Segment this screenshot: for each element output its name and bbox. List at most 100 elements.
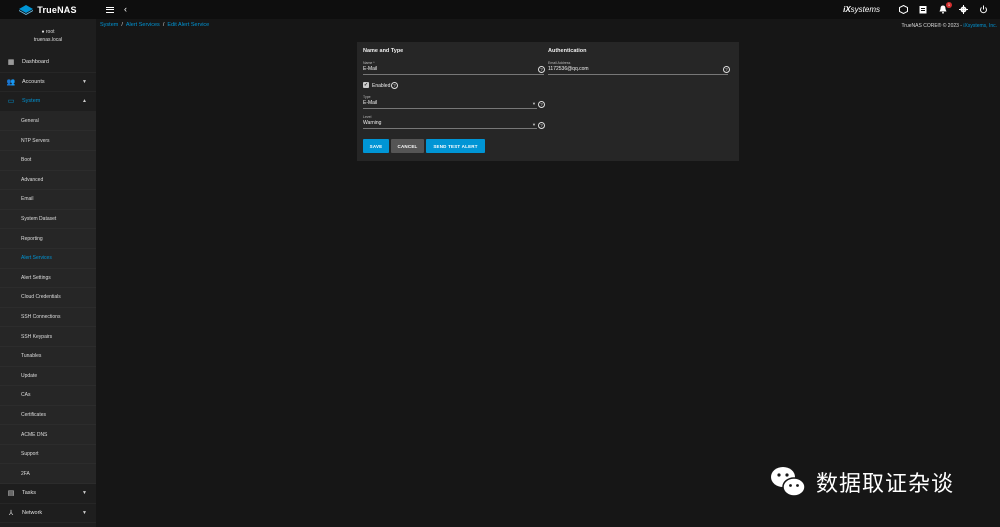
breadcrumb-edit-alert-service: Edit Alert Service bbox=[167, 22, 210, 28]
level-select[interactable]: Level Warning bbox=[363, 115, 537, 129]
ixsystems-logo: iXsystems bbox=[843, 5, 880, 14]
user-icon: ● bbox=[41, 29, 45, 35]
top-bar: TrueNAS ‹ iXsystems 1 bbox=[0, 0, 1000, 19]
type-dropdown-icon[interactable]: ▼ bbox=[532, 101, 536, 106]
sidebar-item-boot[interactable]: Boot bbox=[0, 150, 96, 171]
type-label: Type bbox=[363, 95, 371, 99]
breadcrumb-separator: / bbox=[162, 22, 165, 28]
bell-icon[interactable]: 1 bbox=[938, 1, 952, 15]
sidebar-item-reporting[interactable]: Reporting bbox=[0, 229, 96, 249]
sidebar-item-cas[interactable]: CAs bbox=[0, 386, 96, 406]
sidebar-item-label: Network bbox=[22, 509, 43, 516]
chevron-down-icon: ▼ bbox=[82, 490, 87, 497]
email-help-icon[interactable]: ? bbox=[723, 66, 730, 73]
level-dropdown-icon[interactable]: ▼ bbox=[532, 122, 536, 127]
gear-icon[interactable] bbox=[958, 5, 968, 15]
cancel-button[interactable]: CANCEL bbox=[391, 139, 424, 153]
sidebar-item-label: System bbox=[22, 98, 41, 105]
user-info: ● root truenas.local bbox=[0, 19, 96, 53]
type-underline bbox=[363, 108, 537, 109]
chevron-up-icon: ▲ bbox=[82, 98, 87, 105]
section-authentication: Authentication bbox=[548, 48, 587, 54]
breadcrumb-separator: / bbox=[121, 22, 123, 28]
sidebar-item-advanced[interactable]: Advanced bbox=[0, 170, 96, 191]
chevron-down-icon: ▼ bbox=[82, 509, 87, 516]
sidebar-item-alert-settings[interactable]: Alert Settings bbox=[0, 268, 96, 289]
sidebar-item-email[interactable]: Email bbox=[0, 190, 96, 210]
sidebar-item-system-dataset[interactable]: System Dataset bbox=[0, 209, 96, 230]
sidebar-item-dashboard[interactable]: ▦ Dashboard bbox=[0, 53, 96, 73]
accounts-icon: 👥 bbox=[6, 78, 16, 86]
sidebar-item-ntp-servers[interactable]: NTP Servers bbox=[0, 131, 96, 151]
sidebar-item-network[interactable]: ⅄ Network ▼ bbox=[0, 503, 96, 524]
truecommand-icon[interactable] bbox=[898, 5, 908, 15]
wechat-icon bbox=[771, 467, 806, 497]
sidebar-item-support[interactable]: Support bbox=[0, 444, 96, 465]
notification-badge: 1 bbox=[946, 1, 952, 8]
sidebar-item-ssh-keypairs[interactable]: SSH Keypairs bbox=[0, 327, 96, 347]
chevron-down-icon: ▼ bbox=[82, 78, 87, 85]
breadcrumb-system[interactable]: System bbox=[100, 22, 118, 28]
brand-name: TrueNAS bbox=[37, 4, 77, 15]
edit-alert-service-form: Name and Type Authentication Name * E-Ma… bbox=[357, 42, 739, 161]
sidebar-item-label: Accounts bbox=[22, 78, 45, 85]
truenas-logo-icon bbox=[19, 4, 34, 15]
sidebar: ● root truenas.local ▦ Dashboard 👥 Accou… bbox=[0, 19, 96, 527]
name-help-icon[interactable]: ? bbox=[538, 66, 545, 73]
sidebar-item-accounts[interactable]: 👥 Accounts ▼ bbox=[0, 72, 96, 93]
menu-icon[interactable] bbox=[106, 6, 114, 13]
breadcrumb: System / Alert Services / Edit Alert Service bbox=[100, 22, 209, 28]
host-name: truenas.local bbox=[33, 37, 63, 43]
ixsystems-link[interactable]: iXsystems, Inc. bbox=[963, 23, 997, 29]
sidebar-item-label: Tasks bbox=[22, 490, 37, 497]
sidebar-item-label: Dashboard bbox=[22, 59, 49, 66]
sidebar-item-system[interactable]: ▭ System ▲ bbox=[0, 92, 96, 112]
type-value[interactable]: E-Mail bbox=[363, 100, 537, 106]
enabled-help-icon[interactable]: ? bbox=[391, 82, 398, 89]
copyright: TrueNAS CORE® © 2023 - iXsystems, Inc. bbox=[901, 23, 997, 29]
chevron-left-icon[interactable]: ‹ bbox=[124, 5, 127, 14]
sidebar-item-acme-dns[interactable]: ACME DNS bbox=[0, 425, 96, 445]
name-label: Name * bbox=[363, 61, 375, 65]
sidebar-item-cloud-credentials[interactable]: Cloud Credentials bbox=[0, 288, 96, 308]
calendar-icon: ▤ bbox=[7, 490, 15, 498]
sidebar-item-2fa[interactable]: 2FA bbox=[0, 464, 96, 485]
level-help-icon[interactable]: ? bbox=[538, 122, 545, 129]
user-name: root bbox=[45, 29, 55, 35]
sidebar-item-general[interactable]: General bbox=[0, 111, 96, 132]
network-icon: ⅄ bbox=[8, 509, 14, 517]
breadcrumb-alert-services[interactable]: Alert Services bbox=[126, 22, 160, 28]
sidebar-item-tasks[interactable]: ▤ Tasks ▼ bbox=[0, 484, 96, 504]
email-address-field[interactable]: Email Address 1172536@qq.com bbox=[548, 61, 728, 75]
sidebar-item-tunables[interactable]: Tunables bbox=[0, 346, 96, 367]
save-button[interactable]: SAVE bbox=[363, 139, 389, 153]
name-field[interactable]: Name * E-Mail bbox=[363, 61, 544, 75]
enabled-label: Enabled bbox=[372, 82, 391, 89]
wechat-watermark: 数据取证杂谈 bbox=[768, 462, 954, 502]
email-address-value[interactable]: 1172536@qq.com bbox=[548, 66, 728, 72]
dashboard-icon: ▦ bbox=[7, 59, 15, 67]
type-help-icon[interactable]: ? bbox=[538, 101, 545, 108]
watermark-text: 数据取证杂谈 bbox=[816, 472, 955, 497]
clipboard-icon[interactable] bbox=[918, 5, 928, 15]
name-value[interactable]: E-Mail bbox=[363, 66, 544, 72]
name-underline bbox=[363, 74, 544, 75]
section-name-and-type: Name and Type bbox=[363, 48, 404, 54]
send-test-alert-button[interactable]: SEND TEST ALERT bbox=[426, 139, 485, 153]
level-label: Level bbox=[363, 115, 372, 119]
email-address-label: Email Address bbox=[548, 61, 571, 65]
enabled-checkbox[interactable]: ✓ bbox=[363, 82, 369, 88]
power-icon[interactable] bbox=[978, 5, 988, 15]
sidebar-item-alert-services[interactable]: Alert Services bbox=[0, 248, 96, 269]
type-select[interactable]: Type E-Mail bbox=[363, 95, 537, 109]
laptop-icon: ▭ bbox=[7, 98, 15, 106]
truenas-logo[interactable]: TrueNAS bbox=[0, 0, 96, 19]
email-underline bbox=[548, 74, 728, 75]
copyright-text: TrueNAS CORE® © 2023 - bbox=[901, 23, 964, 29]
user-name-row: ● root bbox=[41, 29, 54, 35]
sidebar-item-certificates[interactable]: Certificates bbox=[0, 405, 96, 426]
sidebar-item-update[interactable]: Update bbox=[0, 366, 96, 387]
sidebar-item-ssh-connections[interactable]: SSH Connections bbox=[0, 307, 96, 328]
level-value[interactable]: Warning bbox=[363, 120, 537, 126]
level-underline bbox=[363, 128, 537, 129]
